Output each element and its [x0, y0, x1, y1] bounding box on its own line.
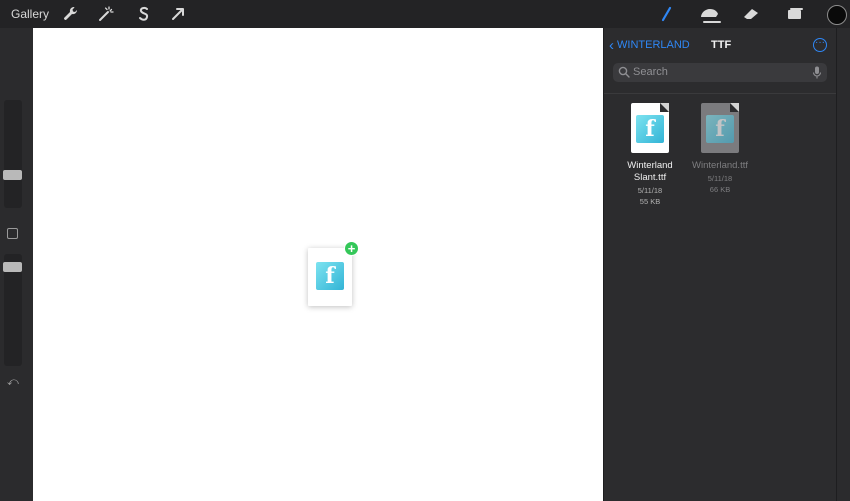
- opacity-slider[interactable]: [3, 254, 22, 366]
- file-thumbnail: f: [631, 103, 669, 153]
- right-edge: [836, 28, 850, 501]
- file-date: 5/11/18: [637, 186, 663, 195]
- microphone-icon[interactable]: [812, 66, 822, 79]
- file-name: Winterland.ttf: [692, 160, 748, 171]
- brush-icon[interactable]: [656, 4, 676, 24]
- smudge-icon[interactable]: [698, 4, 722, 24]
- file-date: 5/11/18: [707, 174, 733, 183]
- chevron-left-icon: ‹: [609, 36, 614, 54]
- divider: [604, 93, 837, 94]
- eraser-icon[interactable]: [741, 4, 761, 24]
- search-input[interactable]: Search: [613, 63, 827, 82]
- search-placeholder: Search: [633, 66, 668, 78]
- selection-s-icon[interactable]: [133, 4, 153, 24]
- top-toolbar: Gallery: [0, 0, 850, 28]
- files-panel: ‹ WINTERLAND TTF ··· Search f Winterland…: [603, 28, 837, 501]
- wrench-icon[interactable]: [61, 4, 81, 24]
- left-sidebar: ⤺: [0, 28, 32, 501]
- opacity-thumb[interactable]: [3, 262, 22, 272]
- search-icon: [618, 66, 630, 78]
- brush-size-thumb[interactable]: [3, 170, 22, 180]
- add-badge: +: [344, 241, 359, 256]
- more-options-icon[interactable]: ···: [813, 38, 827, 52]
- dragged-font-file[interactable]: f: [308, 248, 352, 306]
- brush-size-slider[interactable]: [3, 100, 22, 208]
- magic-wand-icon[interactable]: [96, 4, 116, 24]
- modify-button[interactable]: [7, 228, 18, 239]
- gallery-button[interactable]: Gallery: [11, 7, 49, 21]
- file-item[interactable]: f Winterland.ttf 5/11/18 66 KB: [680, 103, 760, 213]
- file-item[interactable]: f Winterland Slant.ttf 5/11/18 55 KB: [610, 103, 690, 213]
- file-size: 55 KB: [639, 197, 661, 206]
- color-icon[interactable]: [826, 4, 848, 26]
- font-file-icon: f: [636, 115, 664, 143]
- layers-icon[interactable]: [785, 4, 805, 24]
- undo-icon[interactable]: ⤺: [7, 376, 19, 389]
- file-thumbnail: f: [701, 103, 739, 153]
- font-file-icon: f: [706, 115, 734, 143]
- procreate-screen: Gallery ⤺ f + ‹ WINTERLAND TTF ··· Searc…: [0, 0, 850, 501]
- folder-title: TTF: [711, 39, 732, 51]
- file-size: 66 KB: [709, 185, 731, 194]
- file-name: Winterland Slant.ttf: [627, 160, 673, 183]
- transform-arrow-icon[interactable]: [168, 4, 188, 24]
- back-label: WINTERLAND: [617, 39, 690, 51]
- drawing-canvas[interactable]: f +: [33, 28, 603, 501]
- back-button[interactable]: ‹ WINTERLAND: [609, 36, 690, 54]
- font-file-icon: f: [316, 262, 344, 290]
